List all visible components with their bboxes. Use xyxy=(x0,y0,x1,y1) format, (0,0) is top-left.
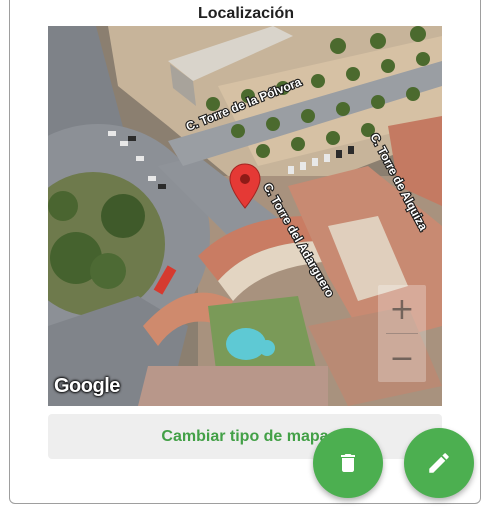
map-pin-icon[interactable] xyxy=(228,162,262,212)
zoom-control: + − xyxy=(378,285,426,382)
trash-icon xyxy=(341,454,355,472)
map-view[interactable]: C. Torre de la Pólvora C. Torre de Alqui… xyxy=(48,26,442,406)
change-map-type-button[interactable]: Cambiar tipo de mapa xyxy=(48,414,442,459)
google-logo: Google xyxy=(54,375,120,397)
edit-button[interactable] xyxy=(404,428,474,498)
delete-button[interactable] xyxy=(313,428,383,498)
zoom-in-button[interactable]: + xyxy=(378,285,426,333)
pencil-icon xyxy=(429,453,449,473)
zoom-out-button[interactable]: − xyxy=(378,334,426,382)
section-title: Localización xyxy=(197,5,295,22)
